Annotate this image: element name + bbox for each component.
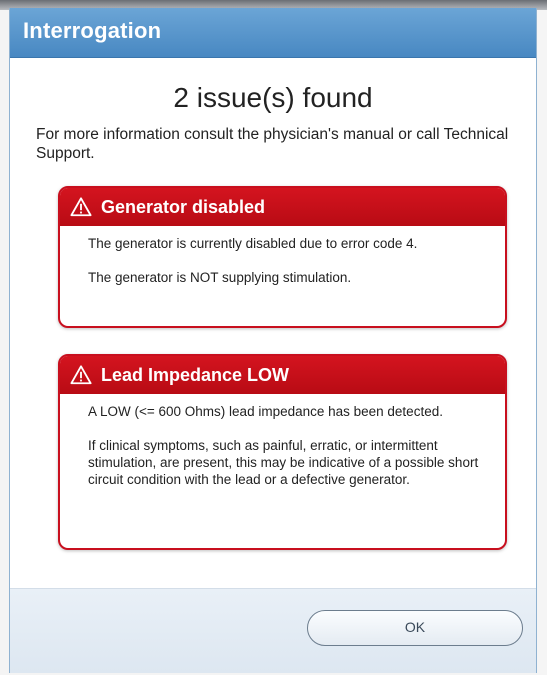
background-edge <box>537 10 547 675</box>
alert-paragraph: The generator is currently disabled due … <box>88 236 418 251</box>
alert-header: Lead Impedance LOW <box>60 356 505 394</box>
alert-title: Lead Impedance LOW <box>101 364 290 385</box>
interrogation-dialog: Interrogation 2 issue(s) found For more … <box>9 8 537 673</box>
alert-body: A LOW (<= 600 Ohms) lead impedance has b… <box>60 394 505 488</box>
issues-headline: 2 issue(s) found <box>173 82 373 113</box>
alert-lead-impedance-low: Lead Impedance LOW A LOW (<= 600 Ohms) l… <box>58 354 507 550</box>
dialog-title: Interrogation <box>23 18 162 43</box>
alert-header: Generator disabled <box>60 188 505 226</box>
warning-triangle-icon <box>70 197 92 217</box>
alert-title: Generator disabled <box>101 196 266 217</box>
alert-body: The generator is currently disabled due … <box>60 226 505 286</box>
alert-paragraph: The generator is NOT supplying stimulati… <box>88 270 352 285</box>
alert-generator-disabled: Generator disabled The generator is curr… <box>58 186 507 328</box>
dialog-title-bar: Interrogation <box>10 8 536 58</box>
alert-paragraph: If clinical symptoms, such as painful, e… <box>88 438 479 487</box>
screen: Interrogation 2 issue(s) found For more … <box>0 0 547 675</box>
intro-text: For more information consult the physici… <box>36 126 509 162</box>
alert-paragraph: A LOW (<= 600 Ohms) lead impedance has b… <box>88 404 443 419</box>
dialog-footer: OK <box>10 588 536 673</box>
warning-triangle-icon <box>70 365 92 385</box>
ok-button[interactable]: OK <box>307 610 523 646</box>
